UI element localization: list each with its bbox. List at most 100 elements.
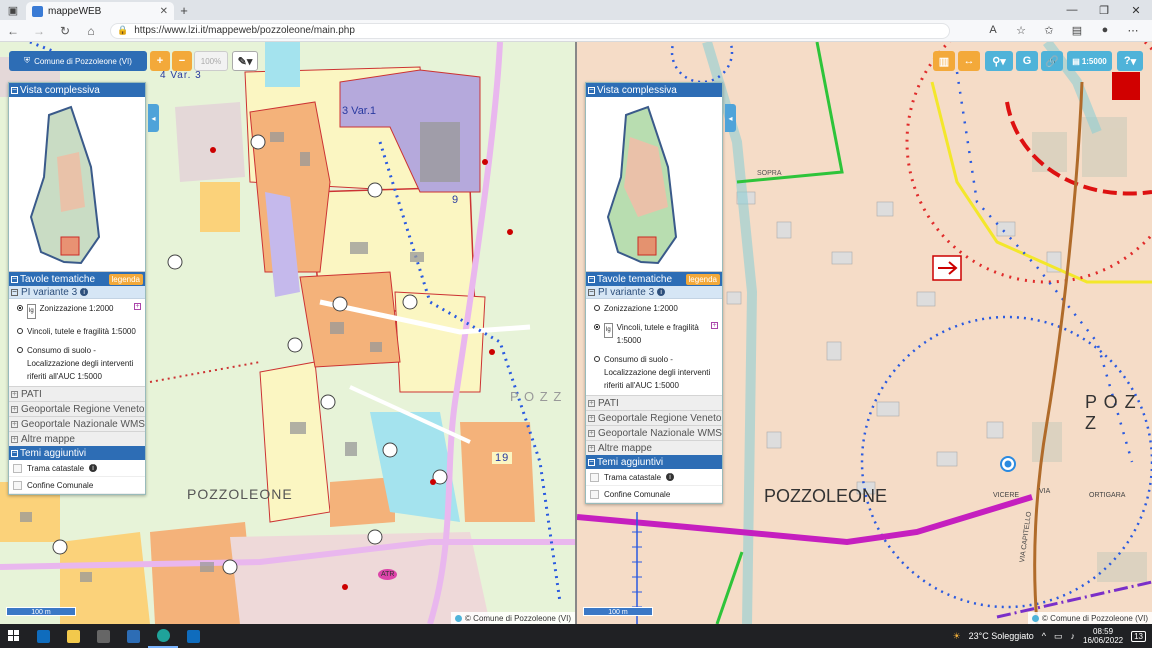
tab-actions-icon[interactable]: ▣ (0, 0, 26, 20)
outlook-square-icon (36, 629, 50, 643)
check-trama-catastale[interactable]: Trama catastale i (586, 469, 722, 486)
sync-pan-button[interactable]: ↔ (958, 51, 980, 71)
address-field[interactable]: 🔒 https://www.lzi.it/mappeweb/pozzoleone… (110, 22, 950, 39)
more-menu-icon[interactable]: ⋯ (1120, 24, 1146, 37)
home-icon[interactable]: ⌂ (78, 24, 104, 38)
edge-icon[interactable] (148, 624, 178, 648)
info-icon[interactable]: i (657, 288, 666, 296)
help-button[interactable]: ? ▾ (1117, 51, 1143, 71)
temi-header[interactable]: − Temi aggiuntivi (586, 455, 722, 469)
group-altre-mappe[interactable]: + Altre mappe (586, 440, 722, 455)
outlook-icon[interactable] (28, 624, 58, 648)
new-tab-button[interactable]: + (174, 3, 194, 18)
windows-start-icon[interactable] (0, 624, 28, 648)
close-window-icon[interactable]: ✕ (1120, 4, 1152, 17)
read-aloud-icon[interactable]: A (980, 24, 1006, 37)
back-icon[interactable]: ← (0, 24, 26, 38)
info-icon[interactable]: i (89, 464, 98, 472)
layer-item-vincoli[interactable]: lg Vincoli, tutele e fragilità 1:5000 + (586, 318, 722, 350)
refresh-icon[interactable]: ↻ (52, 24, 78, 38)
layer-item-consumo[interactable]: Consumo di suolo - Localizzazione degli … (9, 341, 145, 386)
check-confine-comunale[interactable]: Confine Comunale (9, 477, 145, 494)
legenda-button[interactable]: legenda (108, 273, 143, 285)
info-icon[interactable]: i (80, 288, 89, 296)
zoom-out-button[interactable]: − (172, 51, 192, 71)
overview-map[interactable] (9, 97, 145, 272)
clock[interactable]: 08:59 16/06/2022 (1083, 627, 1123, 645)
collapse-box-icon: − (588, 287, 595, 296)
checkbox[interactable] (590, 489, 599, 499)
radio-icon[interactable] (594, 356, 600, 362)
minimize-icon[interactable]: — (1056, 4, 1088, 17)
profile-avatar[interactable]: ● (1092, 24, 1118, 37)
radio-selected-icon[interactable] (17, 305, 23, 311)
print-icon: ▤ (1072, 56, 1080, 66)
zoom-in-button[interactable]: + (150, 51, 170, 71)
scale-button[interactable]: ▤ 1:5000 (1067, 51, 1112, 71)
legend-toggle-icon[interactable]: lg (604, 323, 613, 338)
favorite-star-icon[interactable]: ☆ (1008, 24, 1034, 37)
link-button[interactable]: 🔗 (1041, 51, 1063, 71)
legend-toggle-icon[interactable]: lg (27, 304, 36, 319)
info-icon[interactable]: i (666, 473, 675, 481)
volume-icon[interactable]: ♪ (1071, 631, 1076, 641)
check-label: Confine Comunale (27, 480, 94, 490)
draw-tool-button[interactable]: ✎▾ (232, 51, 258, 71)
pi-variante-header[interactable]: − PI variante 3i (586, 286, 722, 299)
group-geoportale-veneto[interactable]: + Geoportale Regione Veneto (9, 401, 145, 416)
outlook-icon-2[interactable] (178, 624, 208, 648)
tavole-header[interactable]: − Tavole tematiche legenda (9, 272, 145, 286)
group-altre-mappe[interactable]: + Altre mappe (9, 431, 145, 446)
calendar-icon[interactable] (118, 624, 148, 648)
close-tab-icon[interactable]: ✕ (160, 6, 168, 17)
check-trama-catastale[interactable]: Trama catastale i (9, 460, 145, 477)
weather-text[interactable]: 23°C Soleggiato (969, 631, 1034, 641)
tray-chevron-icon[interactable]: ^ (1042, 631, 1046, 641)
network-icon[interactable]: ▭ (1054, 631, 1063, 642)
expand-plus-icon[interactable]: + (711, 322, 718, 329)
restore-icon[interactable]: ❐ (1088, 4, 1120, 17)
calendar-square-icon (126, 629, 140, 643)
expand-plus-icon[interactable]: + (134, 303, 141, 310)
group-pati[interactable]: + PATI (586, 395, 722, 410)
temi-header[interactable]: − Temi aggiuntivi (9, 446, 145, 460)
collections-icon[interactable]: ▤ (1064, 24, 1090, 37)
browser-tab[interactable]: mappeWEB ✕ (26, 2, 174, 20)
layer-item-vincoli[interactable]: Vincoli, tutele e fragilità 1:5000 (9, 322, 145, 341)
forward-icon[interactable]: → (26, 24, 52, 38)
left-map-pane[interactable]: 4 Var. 3 3 Var.1 9 19 POZZOLEONE P O Z Z… (0, 42, 575, 624)
legenda-button[interactable]: legenda (685, 273, 720, 285)
radio-icon[interactable] (594, 305, 600, 311)
calculator-icon[interactable] (88, 624, 118, 648)
sidebar-collapse-handle[interactable]: ◂ (725, 104, 736, 132)
checkbox[interactable] (590, 472, 599, 482)
layer-item-zonizzazione[interactable]: Zonizzazione 1:2000 (586, 299, 722, 318)
radio-icon[interactable] (17, 347, 23, 353)
comune-button[interactable]: ⛨ Comune di Pozzoleone (VI) (9, 51, 147, 71)
radio-selected-icon[interactable] (594, 324, 600, 330)
checkbox[interactable] (13, 480, 22, 490)
overview-map[interactable] (586, 97, 722, 272)
split-view-button[interactable]: ▥ (933, 51, 955, 71)
right-map-pane[interactable]: SOPRA POZZOLEONE P O Z Z VICERE VIA ORTI… (577, 42, 1152, 624)
group-geoportale-veneto[interactable]: + Geoportale Regione Veneto (586, 410, 722, 425)
radio-icon[interactable] (17, 328, 23, 334)
favorites-icon[interactable]: ✩ (1036, 24, 1062, 37)
layer-item-consumo[interactable]: Consumo di suolo - Localizzazione degli … (586, 350, 722, 395)
layer-item-zonizzazione[interactable]: lg Zonizzazione 1:2000 + (9, 299, 145, 322)
sidebar-collapse-handle[interactable]: ◂ (148, 104, 159, 132)
group-pati[interactable]: + PATI (9, 386, 145, 401)
vista-header[interactable]: − Vista complessiva (586, 83, 722, 97)
check-confine-comunale[interactable]: Confine Comunale (586, 486, 722, 503)
search-button[interactable]: ⚲▾ (985, 51, 1013, 71)
zoom-level-field[interactable]: 100% (194, 51, 228, 71)
notification-badge[interactable]: 13 (1131, 630, 1146, 642)
tavole-header[interactable]: − Tavole tematiche legenda (586, 272, 722, 286)
group-geoportale-nazionale[interactable]: + Geoportale Nazionale WMS (586, 425, 722, 440)
vista-header[interactable]: − Vista complessiva (9, 83, 145, 97)
checkbox[interactable] (13, 463, 22, 473)
file-explorer-icon[interactable] (58, 624, 88, 648)
google-button[interactable]: G (1016, 51, 1038, 71)
group-geoportale-nazionale[interactable]: + Geoportale Nazionale WMS (9, 416, 145, 431)
pi-variante-header[interactable]: − PI variante 3i (9, 286, 145, 299)
